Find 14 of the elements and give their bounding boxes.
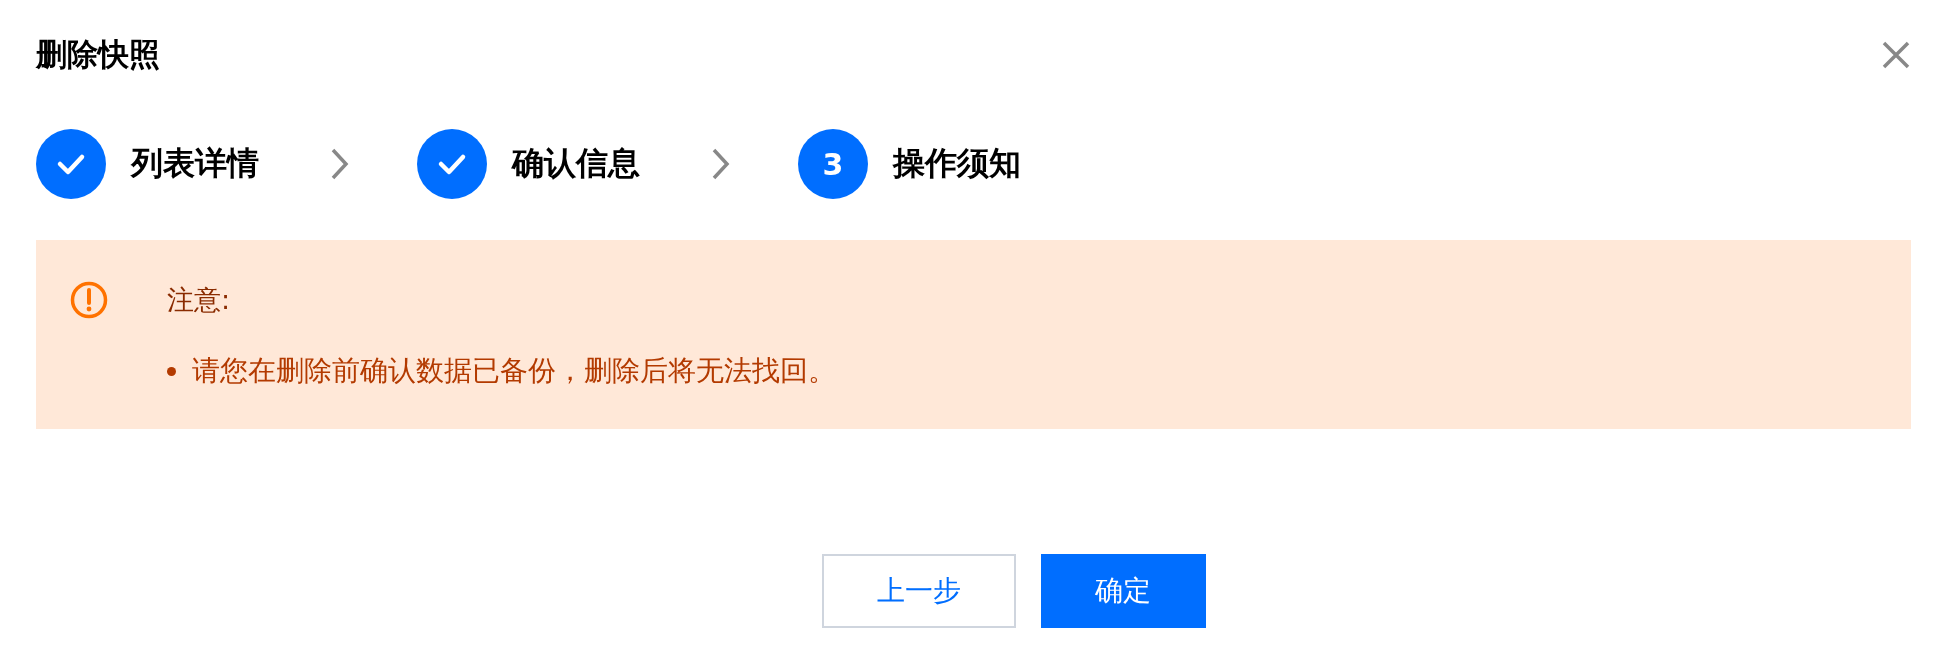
step-label: 操作须知	[893, 143, 1021, 184]
previous-button[interactable]: 上一步	[821, 554, 1016, 628]
close-icon[interactable]	[1880, 39, 1912, 71]
step-label: 列表详情	[131, 143, 259, 184]
alert-text: 请您在删除前确认数据已备份，删除后将无法找回。	[192, 353, 836, 389]
alert-title: 注意:	[167, 283, 232, 317]
bullet-icon	[167, 366, 176, 376]
step-number: 3	[798, 129, 868, 199]
confirm-button[interactable]: 确定	[1040, 554, 1206, 628]
chevron-right-icon	[329, 146, 351, 182]
warning-icon	[69, 280, 109, 320]
chevron-right-icon	[710, 146, 732, 182]
dialog-title: 删除快照	[36, 35, 160, 74]
step-label: 确认信息	[512, 143, 640, 184]
